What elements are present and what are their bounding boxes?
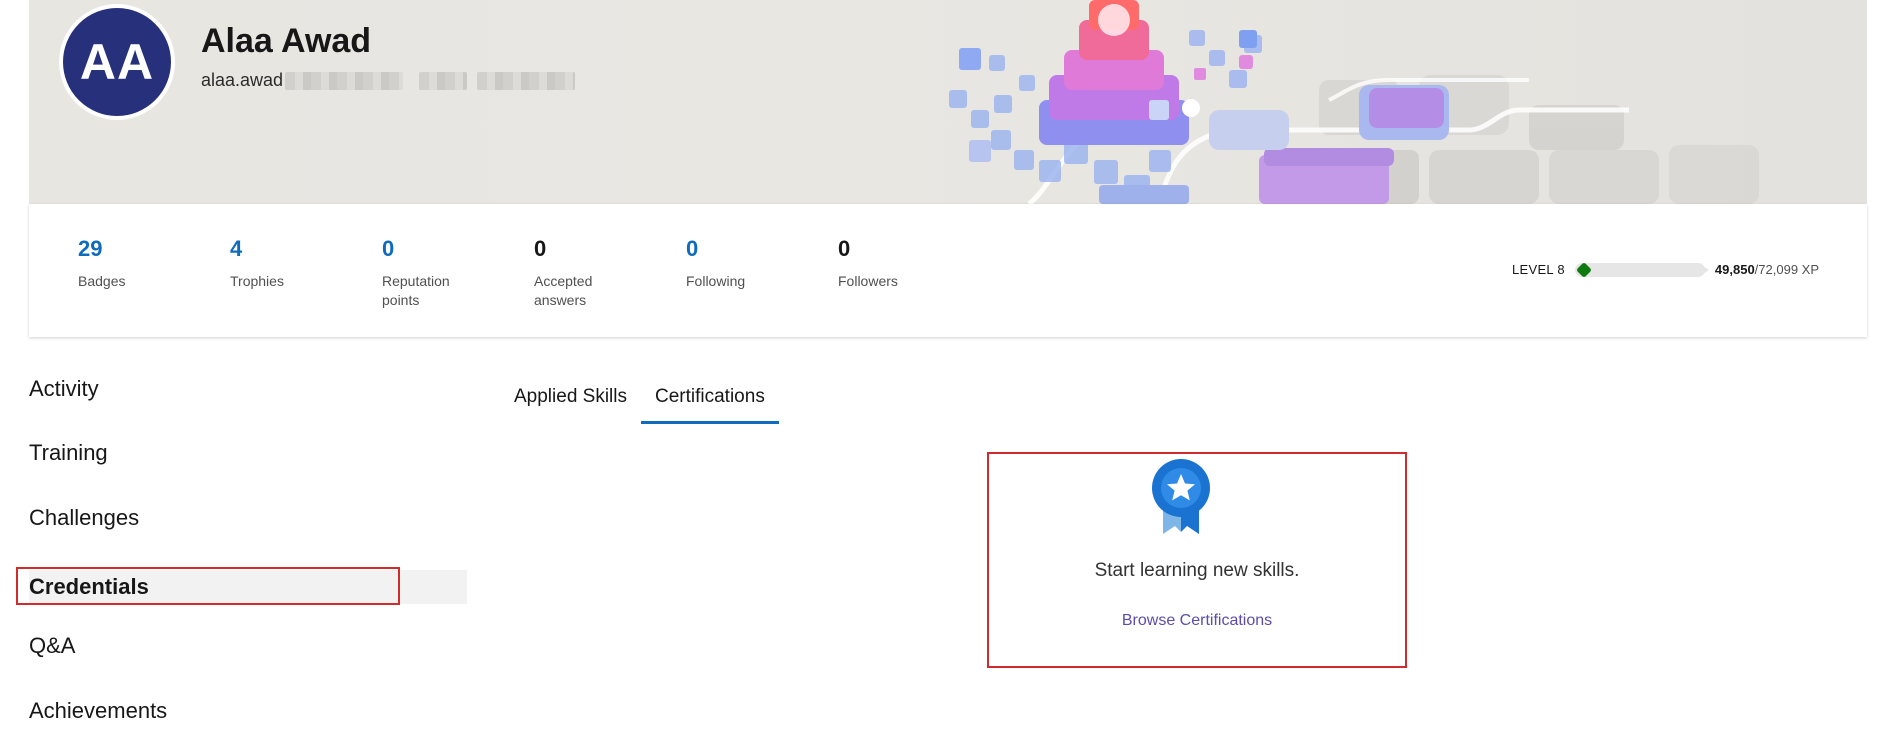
xp-current: 49,850 (1714, 262, 1755, 277)
profile-stats-card: 29 Badges 4 Trophies 0 Reputation points… (29, 204, 1867, 337)
profile-handle: alaa.awad (201, 70, 576, 91)
stat-value: 0 (382, 236, 395, 261)
stat-label: Trophies (230, 273, 284, 289)
avatar[interactable]: AA (59, 4, 175, 120)
certifications-empty-state: Start learning new skills. Browse Certif… (987, 452, 1407, 668)
stat-value: 0 (838, 236, 851, 261)
level-diamond-icon (1575, 261, 1592, 278)
stat-following[interactable]: 0 Following (686, 234, 816, 291)
nav-item-qa[interactable]: Q&A (29, 629, 467, 663)
stat-badges[interactable]: 29 Badges (78, 234, 208, 291)
stat-label: Badges (78, 273, 126, 289)
browse-certifications-link[interactable]: Browse Certifications (989, 612, 1405, 630)
stat-followers: 0 Followers (838, 234, 968, 291)
redacted-email-part (477, 71, 576, 90)
stat-label: Reputation points (382, 273, 450, 308)
stat-label: Accepted answers (534, 273, 593, 308)
tab-applied-skills[interactable]: Applied Skills (500, 380, 641, 418)
tab-certifications[interactable]: Certifications (641, 380, 779, 424)
profile-hero-banner: AA Alaa Awad alaa.awad (29, 0, 1867, 204)
nav-item-achievements[interactable]: Achievements (29, 694, 467, 728)
stat-value: 0 (686, 236, 699, 261)
stat-accepted-answers: 0 Accepted answers (534, 234, 614, 310)
stat-value: 29 (78, 236, 103, 261)
level-label: LEVEL 8 (1511, 262, 1565, 277)
credentials-tabs: Applied Skills Certifications (500, 380, 779, 424)
level-progress: LEVEL 8 49,850/72,099 XP (1511, 261, 1819, 278)
nav-item-challenges[interactable]: Challenges (29, 501, 467, 535)
stat-value: 4 (230, 236, 243, 261)
nav-item-training[interactable]: Training (29, 436, 467, 470)
certification-badge-icon (1152, 459, 1210, 534)
profile-name: Alaa Awad (201, 22, 372, 60)
redacted-email-part (419, 71, 468, 90)
xp-text: 49,850/72,099 XP (1715, 262, 1819, 277)
stat-trophies[interactable]: 4 Trophies (230, 234, 360, 291)
redacted-email-part (285, 71, 404, 90)
nav-item-activity[interactable]: Activity (29, 372, 467, 406)
stat-reputation-points[interactable]: 0 Reputation points (382, 234, 472, 310)
xp-progress-bar (1574, 261, 1709, 278)
xp-bar-arrow-icon (1702, 265, 1709, 274)
xp-max: /72,099 XP (1754, 262, 1819, 277)
stat-label: Following (686, 273, 746, 289)
stat-label: Followers (838, 273, 898, 289)
empty-state-message: Start learning new skills. (1094, 560, 1300, 581)
stat-value: 0 (534, 236, 547, 261)
nav-item-credentials-label: Credentials (29, 574, 149, 599)
nav-item-credentials[interactable]: Credentials (16, 567, 467, 605)
profile-handle-text: alaa.awad (201, 70, 284, 90)
